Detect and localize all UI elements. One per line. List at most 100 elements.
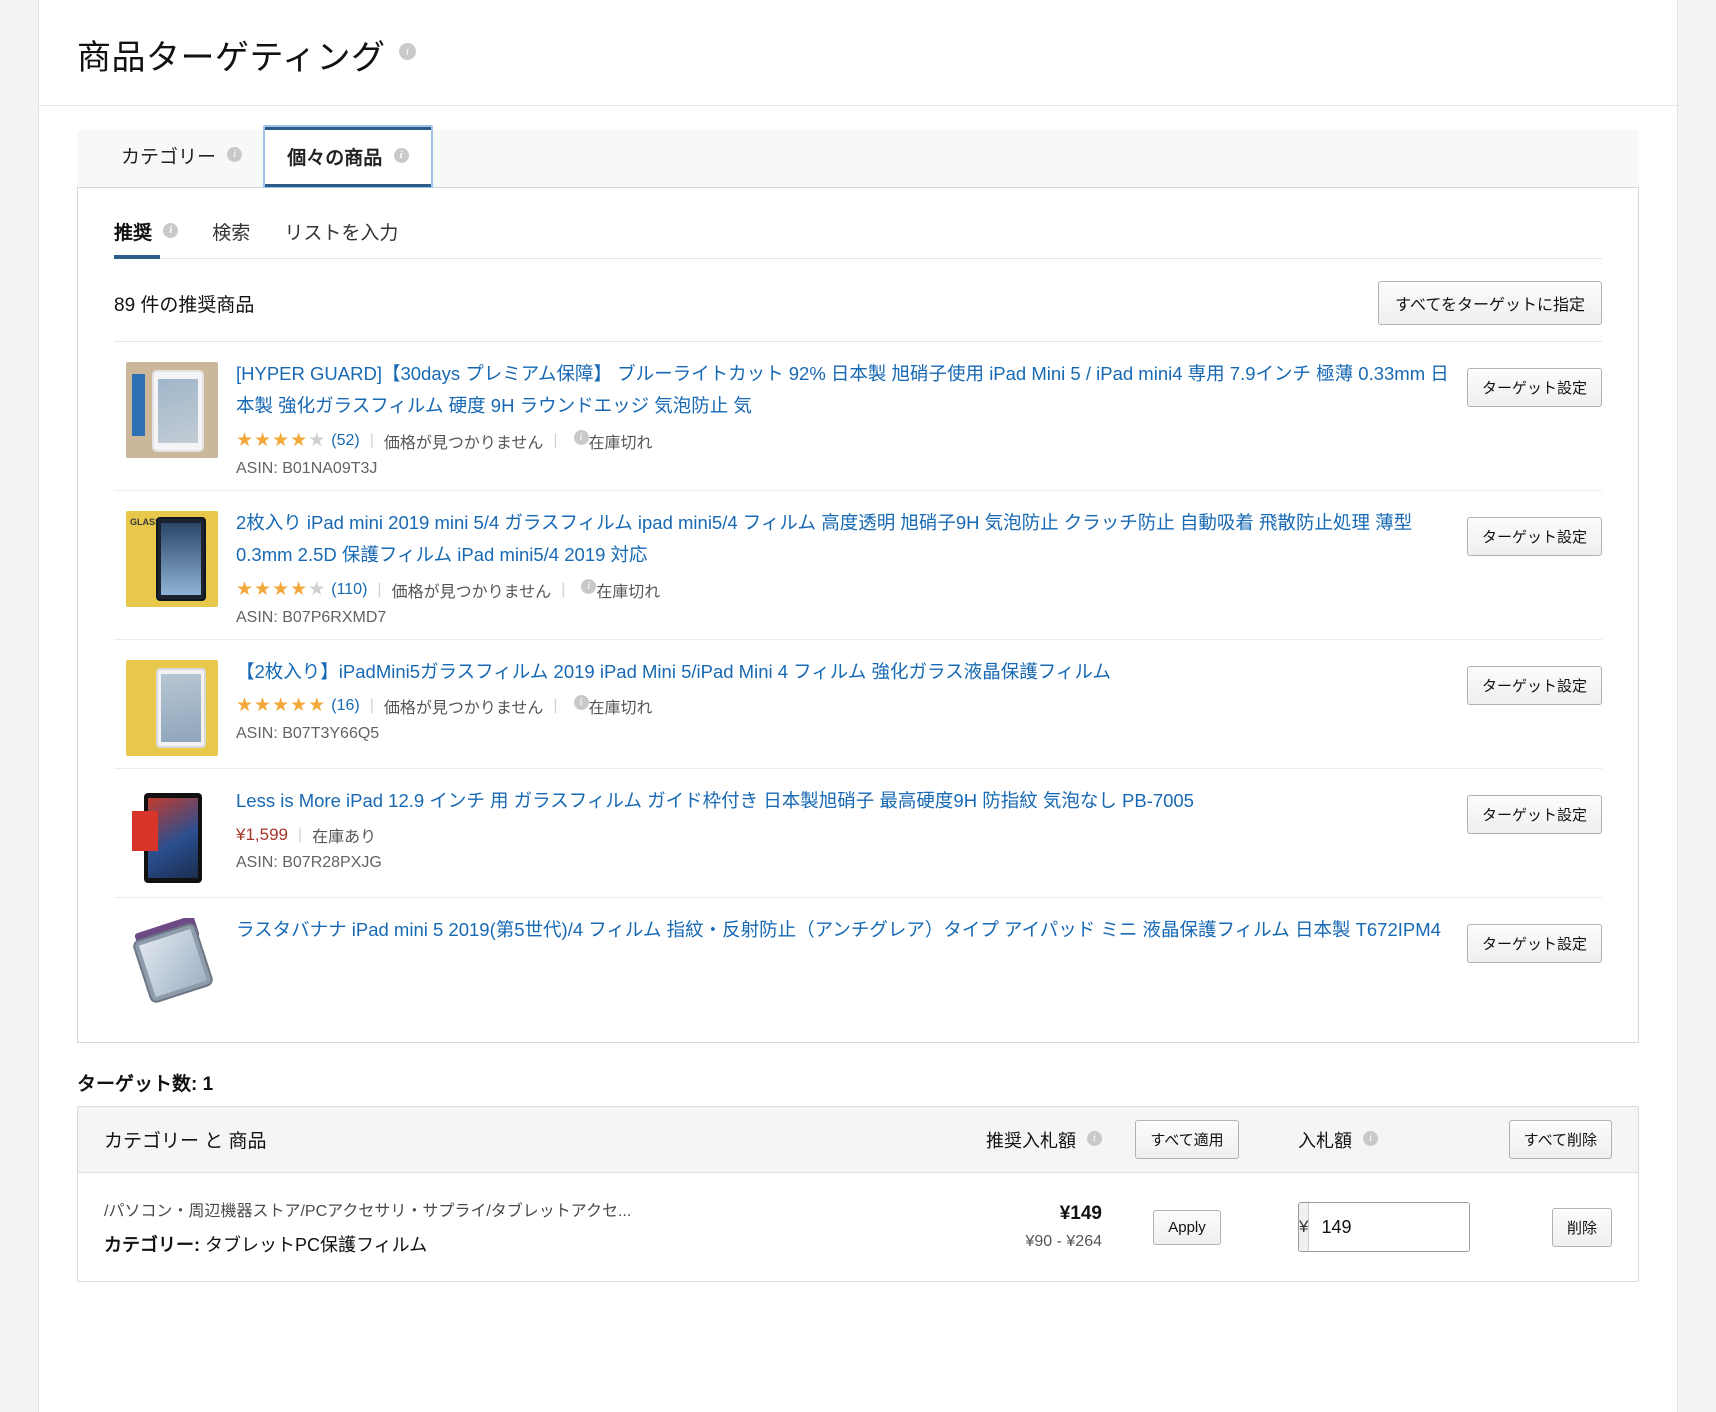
stock-info-icon[interactable]: i xyxy=(573,430,589,446)
star-icon: ★ xyxy=(254,579,272,600)
table-row: [HYPER GUARD]【30days プレミアム保障】 ブルーライトカット … xyxy=(114,342,1602,491)
target-category-cell: /パソコン・周辺機器ストア/PCアクセサリ・サプライ/タブレットアクセ... カ… xyxy=(104,1197,912,1257)
product-action: ターゲット設定 xyxy=(1466,785,1602,834)
rating-stars[interactable]: ★ ★ ★ ★ ★ xyxy=(236,696,326,715)
review-count[interactable]: (110) xyxy=(331,581,367,599)
star-icon: ★ xyxy=(254,430,272,452)
product-action: ターゲット設定 xyxy=(1466,914,1602,963)
currency-symbol: ¥ xyxy=(1299,1203,1310,1251)
product-title-link[interactable]: Less is More iPad 12.9 インチ 用 ガラスフィルム ガイド… xyxy=(236,785,1449,817)
bid-input-group[interactable]: ¥ xyxy=(1298,1202,1470,1252)
product-info: Less is More iPad 12.9 インチ 用 ガラスフィルム ガイド… xyxy=(236,785,1467,872)
table-row: GLASS 2枚入り iPad mini 2019 mini 5/4 ガラスフィ… xyxy=(114,491,1602,640)
title-info-icon[interactable]: i xyxy=(398,43,416,60)
card-body: 推奨 i 検索 リストを入力 89 件の推奨商品 すべてをターゲットに指定 [H… xyxy=(77,188,1639,1043)
list-bottom-mask xyxy=(78,1016,1638,1042)
set-target-button[interactable]: ターゲット設定 xyxy=(1466,923,1602,963)
divider: | xyxy=(553,696,558,714)
stock-status: 在庫切れ xyxy=(588,699,653,717)
star-icon: ★ xyxy=(272,695,290,717)
product-meta: ★ ★ ★ ★ ★ (16) | 価格が見つかりません | i 在庫切れ xyxy=(236,694,1449,718)
product-thumbnail xyxy=(126,362,218,458)
category-path: /パソコン・周辺機器ストア/PCアクセサリ・サプライ/タブレットアクセ... xyxy=(104,1203,632,1220)
delete-cell: 削除 xyxy=(1482,1207,1612,1247)
product-info: ラスタバナナ iPad mini 5 2019(第5世代)/4 フィルム 指紋・… xyxy=(236,914,1467,946)
set-target-button[interactable]: ターゲット設定 xyxy=(1466,794,1602,834)
rating-stars[interactable]: ★ ★ ★ ★ ★ xyxy=(236,431,326,450)
stock-info-icon[interactable]: i xyxy=(581,579,597,594)
product-title-link[interactable]: 【2枚入り】iPadMini5ガラスフィルム 2019 iPad Mini 5/… xyxy=(236,656,1449,688)
product-info: 2枚入り iPad mini 2019 mini 5/4 ガラスフィルム ipa… xyxy=(236,507,1467,627)
star-icon: ★ xyxy=(236,579,254,600)
bid-input[interactable] xyxy=(1309,1203,1469,1251)
apply-all-cell: すべて適用 xyxy=(1102,1120,1272,1159)
divider: | xyxy=(561,580,566,598)
star-icon: ★ xyxy=(236,695,254,717)
subtab-recommended-label: 推奨 xyxy=(114,223,153,244)
column-header-category-and-product: カテゴリー と 商品 xyxy=(104,1131,267,1152)
apply-all-button[interactable]: すべて適用 xyxy=(1135,1120,1239,1159)
product-meta: ★ ★ ★ ★ ★ (110) | 価格が見つかりません | i 在庫切れ xyxy=(236,578,1449,602)
product-title-link[interactable]: [HYPER GUARD]【30days プレミアム保障】 ブルーライトカット … xyxy=(236,358,1449,423)
product-asin: ASIN: B07P6RXMD7 xyxy=(236,608,387,626)
table-row: ラスタバナナ iPad mini 5 2019(第5世代)/4 フィルム 指紋・… xyxy=(114,898,1602,1026)
star-icon: ★ xyxy=(236,430,254,452)
target-all-button[interactable]: すべてをターゲットに指定 xyxy=(1378,281,1602,325)
star-icon: ★ xyxy=(308,579,326,600)
page-title: 商品ターゲティング xyxy=(77,39,386,77)
set-target-button[interactable]: ターゲット設定 xyxy=(1466,516,1602,556)
product-title-link[interactable]: 2枚入り iPad mini 2019 mini 5/4 ガラスフィルム ipa… xyxy=(236,507,1449,572)
product-action: ターゲット設定 xyxy=(1466,358,1602,407)
subtab-recommended[interactable]: 推奨 i xyxy=(114,218,179,259)
subtab-search-label: 検索 xyxy=(212,223,251,244)
tab-individual-products[interactable]: 個々の商品 i xyxy=(263,125,433,189)
tab-individual-products-info-icon[interactable]: i xyxy=(393,148,409,164)
subtab-bar: 推奨 i 検索 リストを入力 xyxy=(114,188,1602,259)
stock-status: 在庫切れ xyxy=(596,583,661,601)
product-title-link[interactable]: ラスタバナナ iPad mini 5 2019(第5世代)/4 フィルム 指紋・… xyxy=(236,914,1449,946)
star-icon: ★ xyxy=(272,430,290,452)
stock-status: 在庫切れ xyxy=(588,434,653,452)
stock-info-icon[interactable]: i xyxy=(573,695,589,711)
targets-table: カテゴリー と 商品 推奨入札額 i すべて適用 入札額 i すべて削除 /パソ… xyxy=(77,1106,1639,1282)
delete-button[interactable]: 削除 xyxy=(1551,1207,1612,1247)
product-meta: ¥1,599 | 在庫あり xyxy=(236,823,1449,847)
set-target-button[interactable]: ターゲット設定 xyxy=(1466,665,1602,705)
product-thumbnail xyxy=(126,917,218,1014)
targeting-card: カテゴリー i 個々の商品 i 推奨 i 検索 リストを入力 89 件の推奨商品… xyxy=(39,106,1677,1043)
tab-category-info-icon[interactable]: i xyxy=(227,147,243,163)
column-header-bid-label: 入札額 xyxy=(1298,1130,1352,1151)
tab-individual-products-label: 個々の商品 xyxy=(287,148,383,169)
target-count-label: ターゲット数: 1 xyxy=(77,1074,214,1095)
category-name: カテゴリー: タブレットPC保護フィルム xyxy=(104,1231,912,1257)
product-price: 価格が見つかりません xyxy=(383,699,544,717)
set-target-button[interactable]: ターゲット設定 xyxy=(1466,368,1602,407)
review-count[interactable]: (16) xyxy=(331,697,359,715)
subtab-search[interactable]: 検索 xyxy=(212,218,250,258)
suggested-bid-info-icon[interactable]: i xyxy=(1087,1131,1102,1147)
category-name-value: タブレットPC保護フィルム xyxy=(200,1235,428,1255)
product-thumbnail xyxy=(126,788,218,885)
delete-all-button[interactable]: すべて削除 xyxy=(1508,1120,1612,1159)
subtab-enter-list[interactable]: リストを入力 xyxy=(284,218,398,258)
product-action: ターゲット設定 xyxy=(1466,507,1602,556)
column-header-bid: 入札額 i xyxy=(1272,1127,1482,1153)
divider: | xyxy=(369,431,374,449)
product-price: 価格が見つかりません xyxy=(383,434,544,452)
star-icon: ★ xyxy=(290,579,308,600)
tab-bar: カテゴリー i 個々の商品 i xyxy=(77,125,1639,189)
suggested-bid-cell: ¥149 ¥90 - ¥264 xyxy=(912,1203,1102,1251)
product-asin: ASIN: B01NA09T3J xyxy=(236,459,378,477)
table-row: Less is More iPad 12.9 インチ 用 ガラスフィルム ガイド… xyxy=(114,769,1602,898)
delete-all-cell: すべて削除 xyxy=(1482,1120,1612,1159)
star-icon: ★ xyxy=(254,695,272,717)
product-asin: ASIN: B07T3Y66Q5 xyxy=(236,724,380,742)
review-count[interactable]: (52) xyxy=(331,432,359,450)
bid-info-icon[interactable]: i xyxy=(1363,1131,1379,1147)
bid-cell: ¥ xyxy=(1272,1202,1482,1252)
tab-category-label: カテゴリー xyxy=(121,147,217,168)
rating-stars[interactable]: ★ ★ ★ ★ ★ xyxy=(236,580,326,599)
tab-category[interactable]: カテゴリー i xyxy=(99,129,264,187)
subtab-recommended-info-icon[interactable]: i xyxy=(163,223,179,239)
apply-button[interactable]: Apply xyxy=(1153,1209,1221,1245)
